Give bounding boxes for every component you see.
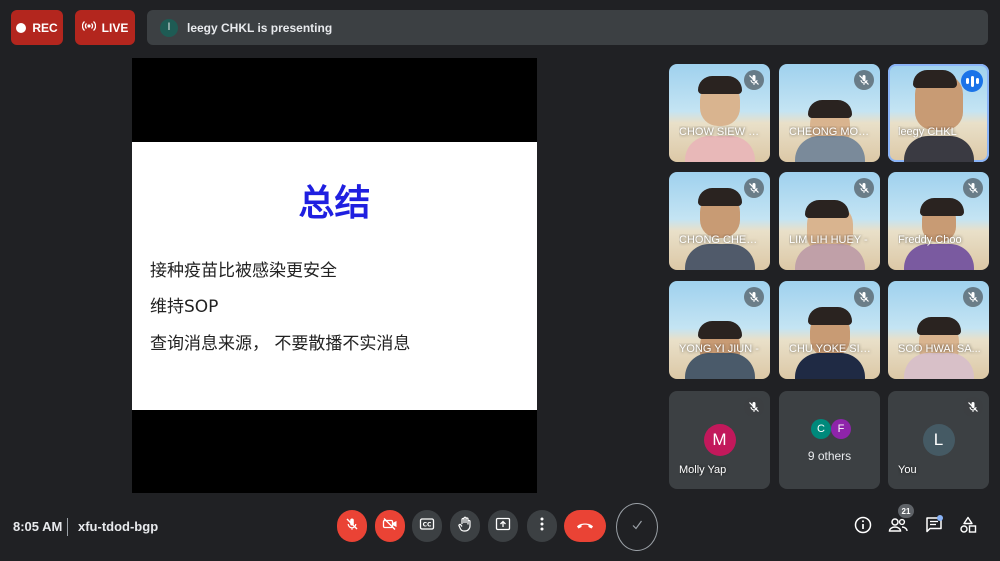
chat-notification-dot bbox=[937, 515, 943, 521]
participant-name: CHONG CHEE ... bbox=[679, 234, 764, 246]
participant-tile[interactable]: CHOW SIEW C... bbox=[669, 64, 770, 162]
avatar: M bbox=[703, 424, 736, 456]
mic-off-icon bbox=[854, 70, 874, 90]
slide: 总结 接种疫苗比被感染更安全 维持SOP 查询消息来源， 不要散播不实消息 bbox=[132, 142, 537, 410]
captions-icon: CC bbox=[419, 517, 435, 536]
live-broadcast-icon bbox=[81, 20, 96, 35]
presenter-text: leegy CHKL is presenting bbox=[187, 20, 333, 35]
participant-name: CHU YOKE SIN... bbox=[789, 343, 874, 355]
participant-name: leegy CHKL bbox=[898, 126, 957, 138]
mic-off-icon bbox=[744, 287, 764, 307]
present-now-button[interactable] bbox=[488, 510, 518, 542]
mic-off-icon bbox=[744, 70, 764, 90]
speaking-indicator-icon bbox=[961, 70, 983, 92]
present-icon bbox=[495, 517, 511, 536]
presenter-banner[interactable]: l leegy CHKL is presenting bbox=[147, 10, 988, 45]
people-icon bbox=[888, 517, 908, 538]
others-tile[interactable]: C F 9 others bbox=[779, 391, 880, 489]
participant-name: SOO HWAI SA... bbox=[898, 343, 981, 355]
slide-line: 接种疫苗比被感染更安全 bbox=[150, 261, 337, 281]
camera-off-icon bbox=[382, 517, 398, 536]
recording-indicator[interactable]: REC bbox=[11, 10, 63, 45]
captions-button[interactable]: CC bbox=[412, 510, 442, 542]
participant-video bbox=[697, 188, 742, 238]
participant-tile-molly-yap[interactable]: M Molly Yap bbox=[669, 391, 770, 489]
others-avatars: C F bbox=[811, 419, 851, 439]
participant-video-body bbox=[684, 136, 755, 162]
participant-name: CHOW SIEW C... bbox=[679, 126, 764, 138]
participant-tile[interactable]: SOO HWAI SA... bbox=[888, 281, 989, 379]
participant-video-body bbox=[794, 136, 865, 162]
participant-name: You bbox=[898, 464, 917, 476]
hang-up-icon bbox=[575, 517, 595, 535]
participant-video-body bbox=[903, 136, 974, 162]
more-options-button[interactable] bbox=[527, 510, 557, 542]
slide-line: 维持SOP bbox=[150, 297, 219, 317]
participant-video-body bbox=[684, 244, 755, 270]
participant-tile[interactable]: YONG YI JIUN - bbox=[669, 281, 770, 379]
participant-video-body bbox=[903, 244, 974, 270]
participant-tile[interactable]: CHONG CHEE ... bbox=[669, 172, 770, 270]
presentation-stage[interactable]: 总结 接种疫苗比被感染更安全 维持SOP 查询消息来源， 不要散播不实消息 bbox=[132, 58, 537, 493]
record-dot-icon bbox=[16, 22, 27, 33]
avatar: C bbox=[811, 419, 831, 439]
mic-off-icon bbox=[963, 397, 983, 417]
activities-button[interactable] bbox=[958, 516, 978, 539]
leave-call-button[interactable] bbox=[564, 510, 606, 542]
mic-off-icon bbox=[963, 178, 983, 198]
raise-hand-button[interactable] bbox=[450, 510, 480, 542]
participant-video bbox=[697, 76, 742, 126]
mic-off-icon bbox=[345, 517, 359, 536]
participant-tile[interactable]: LIM LIH HUEY - bbox=[779, 172, 880, 270]
live-indicator[interactable]: LIVE bbox=[75, 10, 135, 45]
mic-off-icon bbox=[854, 287, 874, 307]
meeting-code: xfu-tdod-bgp bbox=[78, 519, 159, 534]
meeting-details-button[interactable] bbox=[853, 516, 873, 539]
activities-shapes-icon bbox=[959, 516, 977, 539]
mic-off-icon bbox=[744, 178, 764, 198]
show-everyone-button[interactable] bbox=[888, 517, 908, 537]
slide-line: 查询消息来源， 不要散播不实消息 bbox=[150, 334, 411, 354]
divider bbox=[67, 518, 68, 536]
participant-tile[interactable]: CHEONG MOE... bbox=[779, 64, 880, 162]
mic-off-icon bbox=[744, 397, 764, 417]
check-icon bbox=[630, 518, 644, 537]
participant-video-body bbox=[794, 244, 865, 270]
participant-video-body bbox=[903, 353, 974, 379]
participant-video-body bbox=[684, 353, 755, 379]
hand-icon bbox=[458, 516, 472, 537]
participant-tile[interactable]: CHU YOKE SIN... bbox=[779, 281, 880, 379]
toggle-mic-button[interactable] bbox=[337, 510, 367, 542]
toggle-camera-button[interactable] bbox=[375, 510, 405, 542]
more-vert-icon bbox=[540, 517, 544, 536]
svg-text:CC: CC bbox=[423, 521, 432, 528]
participant-tile-active-speaker[interactable]: leegy CHKL bbox=[888, 64, 989, 162]
slide-title: 总结 bbox=[298, 183, 371, 224]
participant-name: Molly Yap bbox=[679, 464, 727, 476]
participant-name: CHEONG MOE... bbox=[789, 126, 874, 138]
participant-video-body bbox=[794, 353, 865, 379]
live-label: LIVE bbox=[101, 20, 129, 35]
mic-off-icon bbox=[963, 287, 983, 307]
participant-name: LIM LIH HUEY - bbox=[789, 234, 868, 246]
participant-tile-you[interactable]: L You bbox=[888, 391, 989, 489]
check-button[interactable] bbox=[616, 503, 658, 551]
others-label: 9 others bbox=[807, 449, 852, 463]
participant-video bbox=[912, 70, 963, 130]
participant-name: YONG YI JIUN - bbox=[679, 343, 759, 355]
info-icon bbox=[854, 516, 872, 539]
avatar: L bbox=[922, 424, 955, 456]
avatar: F bbox=[831, 419, 851, 439]
presenter-avatar: l bbox=[160, 18, 178, 37]
mic-off-icon bbox=[854, 178, 874, 198]
rec-label: REC bbox=[32, 20, 58, 35]
participant-tile[interactable]: Freddy Choo bbox=[888, 172, 989, 270]
participant-name: Freddy Choo bbox=[898, 234, 962, 246]
clock: 8:05 AM bbox=[13, 519, 63, 534]
